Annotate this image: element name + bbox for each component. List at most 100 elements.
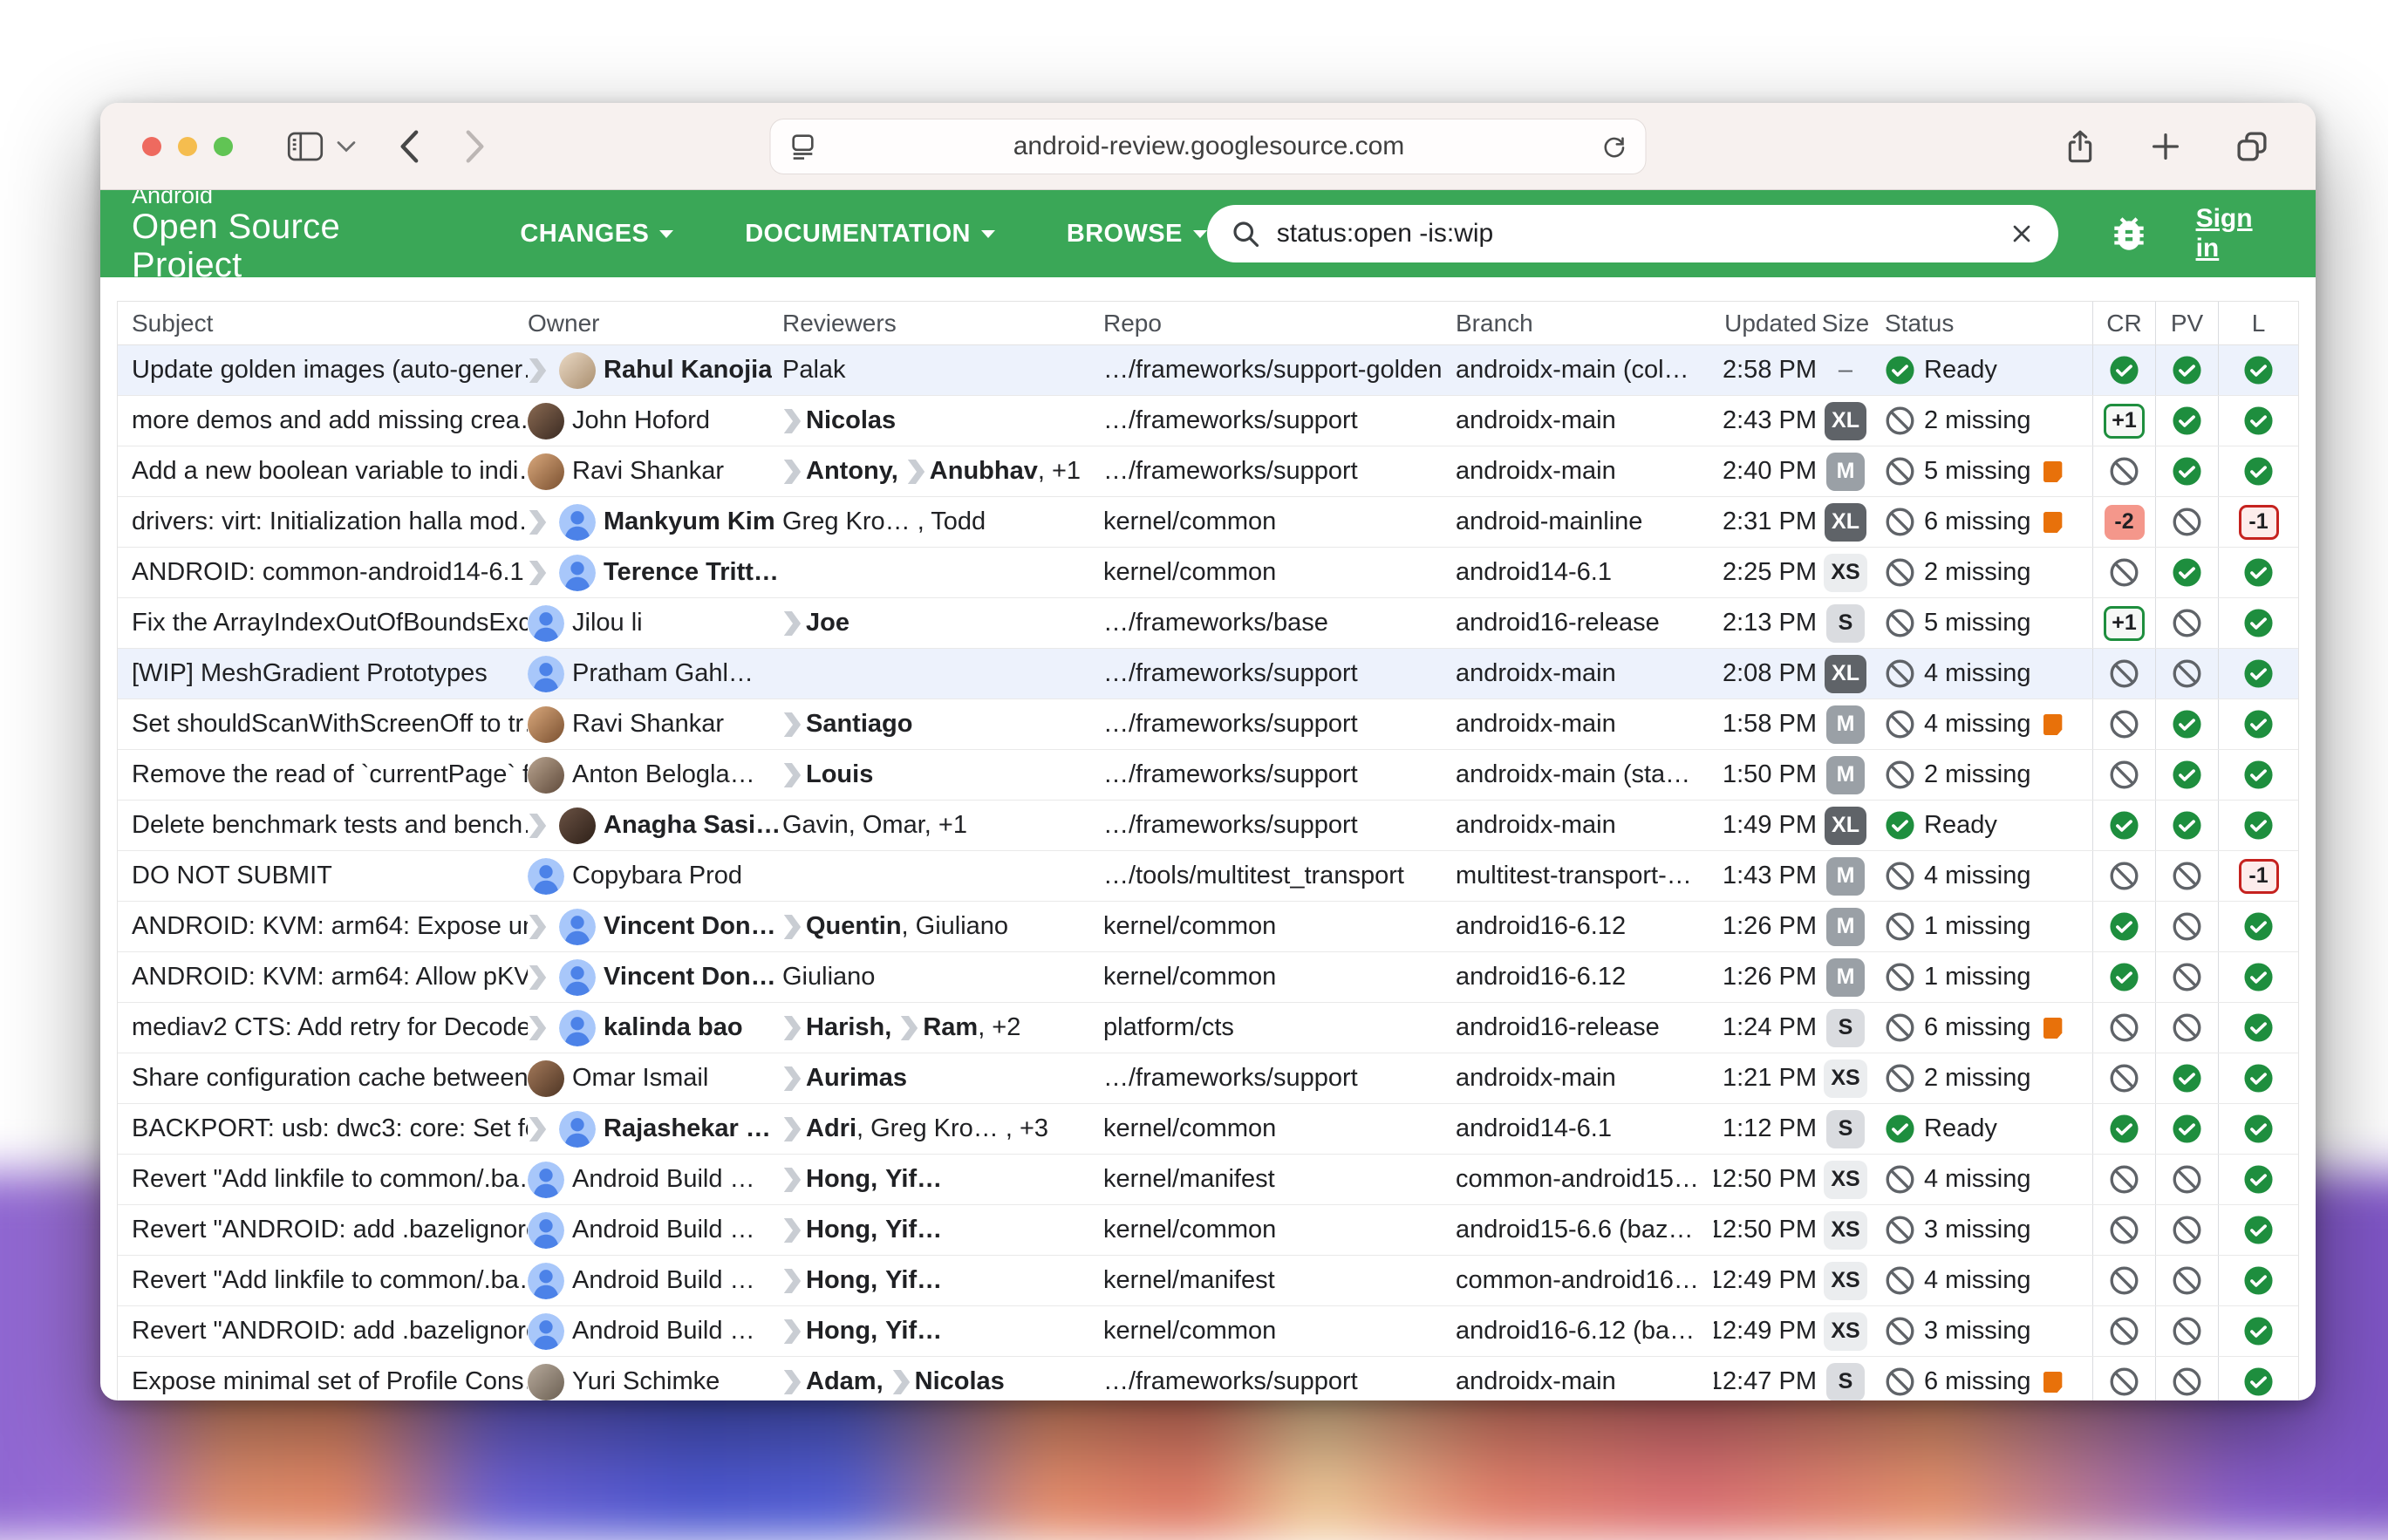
owner-name[interactable]: Android Build … xyxy=(572,1317,755,1346)
owner-name[interactable]: Yuri Schimke xyxy=(572,1367,720,1396)
report-bug-icon[interactable] xyxy=(2107,212,2151,256)
site-logo[interactable]: Android Open Source Project xyxy=(132,183,452,284)
reviewer-name[interactable]: Giuliano xyxy=(782,963,875,991)
nav-changes-menu[interactable]: CHANGES xyxy=(520,220,673,249)
share-icon[interactable] xyxy=(2063,127,2098,166)
repo-link[interactable]: kernel/common xyxy=(1103,1306,1456,1356)
change-row[interactable]: Share configuration cache between… Omar I… xyxy=(118,1053,2298,1104)
reviewer-name[interactable]: Joe xyxy=(806,609,849,637)
change-row[interactable]: Set shouldScanWithScreenOff to tr…Ravi S… xyxy=(118,699,2298,750)
change-row[interactable]: ANDROID: common-android14-6.1 … Terence T… xyxy=(118,548,2298,598)
repo-link[interactable]: …/frameworks/support xyxy=(1103,1357,1456,1400)
change-subject[interactable]: drivers: virt: Initialization halla mod… xyxy=(118,497,528,547)
reviewer-name[interactable]: , +2 xyxy=(978,1013,1020,1042)
owner-name[interactable]: Android Build … xyxy=(572,1266,755,1295)
owner-name[interactable]: Jilou li xyxy=(572,609,643,637)
owner-name[interactable]: John Hoford xyxy=(572,406,710,435)
repo-link[interactable]: …/frameworks/support xyxy=(1103,750,1456,800)
branch-link[interactable]: androidx-main (sta… xyxy=(1456,750,1714,800)
owner-name[interactable]: Rajashekar K… xyxy=(604,1114,782,1143)
sign-in-link[interactable]: Sign in xyxy=(2196,204,2281,263)
reviewer-name[interactable]: Adam, xyxy=(806,1367,884,1396)
reviewer-name[interactable]: Yif… xyxy=(885,1266,942,1295)
branch-link[interactable]: android16-release xyxy=(1456,598,1714,648)
reviewer-name[interactable]: Antony, xyxy=(806,457,898,486)
reviewer-name[interactable]: Yif… xyxy=(885,1317,942,1346)
reviewer-name[interactable]: Nicolas xyxy=(806,406,896,435)
change-row[interactable]: Remove the read of `currentPage` f…Anton… xyxy=(118,750,2298,801)
repo-link[interactable]: kernel/manifest xyxy=(1103,1155,1456,1204)
owner-name[interactable]: Android Build … xyxy=(572,1165,755,1194)
change-subject[interactable]: ANDROID: KVM: arm64: Allow pKV… xyxy=(118,952,528,1002)
change-row[interactable]: Add a new boolean variable to indi…Ravi … xyxy=(118,446,2298,497)
branch-link[interactable]: android14-6.1 xyxy=(1456,1104,1714,1154)
repo-link[interactable]: …/frameworks/support xyxy=(1103,699,1456,749)
reviewer-name[interactable]: , Giuliano xyxy=(902,912,1009,941)
repo-link[interactable]: …/frameworks/support xyxy=(1103,649,1456,698)
reviewer-name[interactable]: Aurimas xyxy=(806,1064,907,1093)
repo-link[interactable]: …/tools/multitest_transport xyxy=(1103,851,1456,901)
branch-link[interactable]: android16-6.12 (ba… xyxy=(1456,1306,1714,1356)
search-input[interactable] xyxy=(1275,218,2008,249)
repo-link[interactable]: …/frameworks/support-golden xyxy=(1103,345,1456,395)
owner-name[interactable]: Vincent Donn… xyxy=(604,963,782,991)
change-subject[interactable]: BACKPORT: usb: dwc3: core: Set fo… xyxy=(118,1104,528,1154)
branch-link[interactable]: androidx-main xyxy=(1456,396,1714,446)
change-subject[interactable]: ANDROID: KVM: arm64: Expose un… xyxy=(118,902,528,951)
nav-documentation-menu[interactable]: DOCUMENTATION xyxy=(745,220,995,249)
reviewer-name[interactable]: Nicolas xyxy=(915,1367,1005,1396)
repo-link[interactable]: kernel/common xyxy=(1103,548,1456,597)
owner-name[interactable]: Mankyum Kim xyxy=(604,508,775,536)
minimize-window-button[interactable] xyxy=(178,137,197,156)
branch-link[interactable]: android16-6.12 xyxy=(1456,902,1714,951)
branch-link[interactable]: android16-6.12 xyxy=(1456,952,1714,1002)
branch-link[interactable]: androidx-main xyxy=(1456,801,1714,850)
reload-icon[interactable] xyxy=(1600,133,1628,160)
change-row[interactable]: Revert "ANDROID: add .bazelignore …Andro… xyxy=(118,1205,2298,1256)
owner-name[interactable]: kalinda bao xyxy=(604,1013,743,1042)
reviewer-name[interactable]: Adri xyxy=(806,1114,856,1143)
change-subject[interactable]: Add a new boolean variable to indi… xyxy=(118,446,528,496)
branch-link[interactable]: android16-release xyxy=(1456,1003,1714,1053)
change-row[interactable]: Fix the ArrayIndexOutOfBoundsExc…Jilou l… xyxy=(118,598,2298,649)
new-tab-icon[interactable] xyxy=(2148,129,2183,164)
owner-name[interactable]: Copybara Prod xyxy=(572,862,742,890)
change-subject[interactable]: Share configuration cache between… xyxy=(118,1053,528,1103)
reviewer-name[interactable]: Anubhav xyxy=(930,457,1038,486)
reviewer-name[interactable]: , Greg Kro… , +3 xyxy=(856,1114,1048,1143)
repo-link[interactable]: kernel/common xyxy=(1103,952,1456,1002)
change-subject[interactable]: Remove the read of `currentPage` f… xyxy=(118,750,528,800)
change-subject[interactable]: ANDROID: common-android14-6.1 … xyxy=(118,548,528,597)
owner-name[interactable]: Omar Ismail xyxy=(572,1064,708,1093)
change-row[interactable]: drivers: virt: Initialization halla mod…… xyxy=(118,497,2298,548)
reviewer-name[interactable]: Quentin xyxy=(806,912,902,941)
branch-link[interactable]: androidx-main xyxy=(1456,649,1714,698)
owner-name[interactable]: Terence Tritto… xyxy=(604,558,782,587)
url-text[interactable]: android-review.googlesource.com xyxy=(818,132,1600,161)
change-row[interactable]: Expose minimal set of Profile Cons… Yuri … xyxy=(118,1357,2298,1400)
change-row[interactable]: Revert "Add linkfile to common/.ba…Andro… xyxy=(118,1256,2298,1306)
reviewer-name[interactable]: Hong, xyxy=(806,1165,877,1194)
reviewer-name[interactable]: Yif… xyxy=(885,1216,942,1244)
repo-link[interactable]: …/frameworks/support xyxy=(1103,801,1456,850)
change-subject[interactable]: Revert "Add linkfile to common/.ba… xyxy=(118,1155,528,1204)
repo-link[interactable]: kernel/common xyxy=(1103,1104,1456,1154)
reviewer-name[interactable]: Hong, xyxy=(806,1216,877,1244)
change-subject[interactable]: Delete benchmark tests and bench… xyxy=(118,801,528,850)
repo-link[interactable]: kernel/common xyxy=(1103,902,1456,951)
repo-link[interactable]: kernel/common xyxy=(1103,1205,1456,1255)
close-window-button[interactable] xyxy=(142,137,161,156)
change-row[interactable]: ANDROID: KVM: arm64: Allow pKV… Vincent D… xyxy=(118,952,2298,1003)
change-subject[interactable]: more demos and add missing crea… xyxy=(118,396,528,446)
change-subject[interactable]: Expose minimal set of Profile Cons… xyxy=(118,1357,528,1400)
owner-name[interactable]: Pratham Gahl… xyxy=(572,659,754,688)
branch-link[interactable]: common-android16… xyxy=(1456,1256,1714,1305)
change-row[interactable]: Update golden images (auto-gener…Rahul K… xyxy=(118,345,2298,396)
page-settings-icon[interactable] xyxy=(788,132,818,161)
address-bar[interactable]: android-review.googlesource.com xyxy=(770,119,1647,174)
tab-overview-icon[interactable] xyxy=(2234,128,2270,165)
branch-link[interactable]: androidx-main (col… xyxy=(1456,345,1714,395)
owner-name[interactable]: Anagha Sasik… xyxy=(604,811,782,840)
change-subject[interactable]: Set shouldScanWithScreenOff to tr… xyxy=(118,699,528,749)
sidebar-chevron-down-icon[interactable] xyxy=(336,140,357,153)
